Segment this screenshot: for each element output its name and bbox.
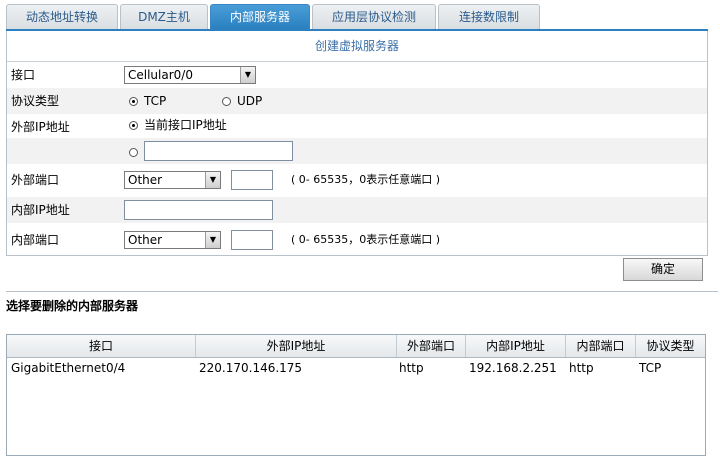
interface-row: 接口 Cellular0/0 ▼ [7, 62, 707, 88]
protocol-udp-radio[interactable] [222, 97, 231, 106]
external-port-input[interactable] [231, 170, 273, 190]
internal-ip-label: 内部IP地址 [11, 203, 70, 217]
protocol-tcp-radio[interactable] [129, 97, 138, 106]
external-port-label: 外部端口 [11, 173, 60, 187]
tab-connection-limit[interactable]: 连接数限制 [438, 4, 540, 29]
ok-button[interactable]: 确定 [623, 258, 703, 281]
column-header-interface[interactable]: 接口 [7, 335, 196, 357]
column-header-protocol[interactable]: 协议类型 [636, 335, 705, 357]
protocol-tcp-label: TCP [144, 94, 167, 108]
column-header-external-port[interactable]: 外部端口 [397, 335, 466, 357]
external-port-hint: ( 0- 65535，0表示任意端口 ) [291, 173, 441, 186]
chevron-down-icon: ▼ [205, 232, 220, 248]
interface-select[interactable]: Cellular0/0 ▼ [124, 66, 256, 84]
column-header-external-ip[interactable]: 外部IP地址 [196, 335, 397, 357]
external-ip-current-radio[interactable] [129, 121, 138, 130]
external-ip-label: 外部IP地址 [11, 120, 70, 134]
internal-server-table: 接口 外部IP地址 外部端口 内部IP地址 内部端口 协议类型 GigabitE… [6, 334, 706, 456]
external-port-select[interactable]: Other ▼ [124, 171, 221, 189]
internal-port-hint: ( 0- 65535，0表示任意端口 ) [291, 233, 441, 246]
internal-port-label: 内部端口 [11, 233, 60, 247]
external-ip-custom-row [7, 138, 707, 164]
external-ip-custom-input[interactable] [144, 141, 293, 161]
cell-internal-port: http [569, 361, 594, 375]
tab-alg-detection[interactable]: 应用层协议检测 [312, 4, 436, 29]
cell-external-ip: 220.170.146.175 [199, 361, 303, 375]
protocol-row: 协议类型 TCP UDP [7, 88, 707, 114]
chevron-down-icon: ▼ [240, 67, 255, 83]
column-header-internal-port[interactable]: 内部端口 [566, 335, 636, 357]
protocol-label: 协议类型 [11, 94, 60, 108]
cell-internal-ip: 192.168.2.251 [469, 361, 557, 375]
section-divider [6, 291, 718, 292]
tab-dynamic-nat[interactable]: 动态地址转换 [6, 4, 118, 29]
tab-internal-server[interactable]: 内部服务器 [210, 4, 310, 29]
chevron-down-icon: ▼ [205, 172, 220, 188]
protocol-udp-label: UDP [237, 94, 263, 108]
external-ip-custom-radio[interactable] [129, 148, 138, 157]
interface-label: 接口 [11, 68, 36, 82]
external-ip-current-label: 当前接口IP地址 [144, 118, 227, 132]
internal-port-row: 内部端口 Other ▼ ( 0- 65535，0表示任意端口 ) [7, 227, 707, 253]
internal-port-input[interactable] [231, 230, 273, 250]
tab-dmz-host[interactable]: DMZ主机 [120, 4, 208, 29]
internal-port-select-value: Other [128, 233, 163, 247]
cell-external-port: http [399, 361, 424, 375]
interface-select-value: Cellular0/0 [128, 68, 193, 82]
cell-interface: GigabitEthernet0/4 [11, 361, 126, 375]
external-ip-row: 外部IP地址 当前接口IP地址 [7, 114, 707, 140]
internal-ip-input[interactable] [124, 200, 273, 220]
cell-protocol: TCP [639, 361, 662, 375]
internal-port-select[interactable]: Other ▼ [124, 231, 221, 249]
external-port-row: 外部端口 Other ▼ ( 0- 65535，0表示任意端口 ) [7, 167, 707, 193]
table-header: 接口 外部IP地址 外部端口 内部IP地址 内部端口 协议类型 [7, 335, 705, 358]
column-header-internal-ip[interactable]: 内部IP地址 [466, 335, 566, 357]
internal-ip-row: 内部IP地址 [7, 197, 707, 223]
external-port-select-value: Other [128, 173, 163, 187]
delete-section-title: 选择要删除的内部服务器 [6, 299, 139, 313]
create-virtual-server-form: 创建虚拟服务器 接口 Cellular0/0 ▼ 协议类型 TCP UDP 外部… [6, 31, 708, 256]
form-title: 创建虚拟服务器 [7, 31, 707, 62]
